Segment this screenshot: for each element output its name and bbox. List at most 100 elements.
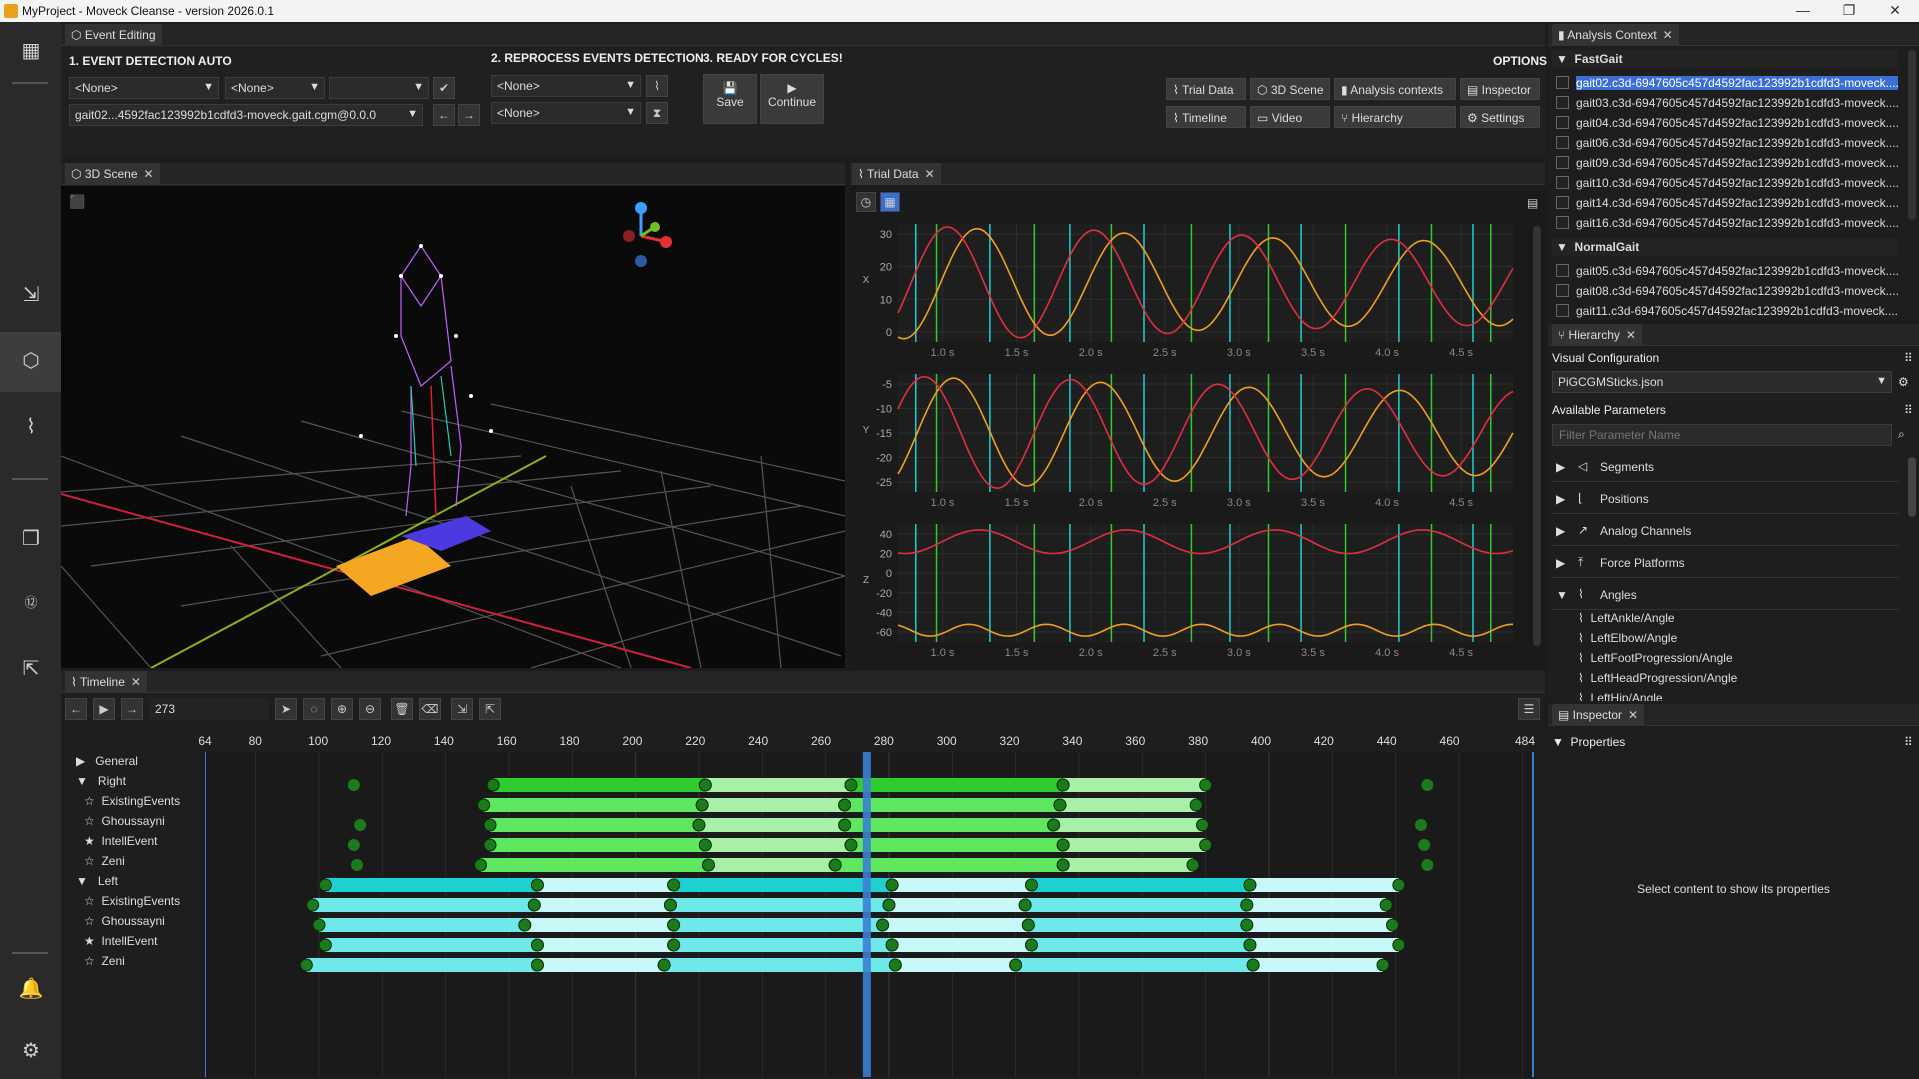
event-marker-icon[interactable] [1421, 859, 1434, 871]
event-marker-icon[interactable] [1421, 779, 1434, 791]
group-fastgait[interactable]: ▼ FastGait [1552, 50, 1898, 68]
group1-item[interactable]: gait04.c3d-6947605c457d4592fac123992b1cd… [1552, 113, 1898, 132]
erase-icon[interactable]: ⌫ [419, 698, 441, 720]
checkbox[interactable] [1556, 96, 1569, 109]
event-cycle-bar[interactable] [483, 798, 703, 812]
event-marker-icon[interactable] [695, 798, 709, 812]
star-icon[interactable]: ☆ [84, 794, 95, 808]
tab-3d-scene[interactable]: ⬡ 3D Scene ✕ [65, 163, 160, 185]
visual-config-dropdown[interactable]: PiGCGMSticks.json ▼ [1552, 371, 1892, 393]
event-marker-icon[interactable] [882, 898, 896, 912]
timeline-row-label[interactable]: ☆ ExistingEvents [84, 894, 180, 908]
event-cycle-bar[interactable] [319, 918, 525, 932]
timeline-tracks[interactable] [205, 752, 1535, 1077]
cycles-icon[interactable]: ⑫ [14, 586, 48, 620]
open-trial-data-button[interactable]: ⌇ Trial Data [1166, 78, 1246, 100]
event-cycle-bar[interactable] [1060, 798, 1197, 812]
event-cycle-bar[interactable] [306, 958, 538, 972]
tab-hierarchy[interactable]: ⑂ Hierarchy ✕ [1552, 324, 1642, 346]
event-marker-icon[interactable] [318, 878, 332, 892]
group1-item[interactable]: gait10.c3d-6947605c457d4592fac123992b1cd… [1552, 173, 1898, 192]
event-marker-icon[interactable] [692, 818, 706, 832]
event-cycle-bar[interactable] [490, 818, 699, 832]
3d-scene-viewport[interactable]: ⬛ [60, 186, 846, 669]
close-icon[interactable]: ✕ [131, 675, 141, 689]
angle-item[interactable]: ⌇ LeftHip/Angle [1578, 691, 1878, 701]
event-cycle-bar[interactable] [1031, 938, 1251, 952]
event-cycle-bar[interactable] [1025, 898, 1247, 912]
event-cycle-bar[interactable] [490, 838, 706, 852]
event-cycle-bar[interactable] [1246, 898, 1387, 912]
event-cycle-bar[interactable] [851, 838, 1064, 852]
event-cycle-bar[interactable] [312, 898, 535, 912]
star-icon[interactable]: ☆ [84, 954, 95, 968]
reprocess-dropdown-2[interactable]: <None> ▼ [491, 102, 641, 124]
plot-icon[interactable]: ⌇ [646, 75, 668, 97]
group1-item[interactable]: gait02.c3d-6947605c457d4592fac123992b1cd… [1552, 73, 1898, 92]
analysis-scrollbar[interactable] [1908, 50, 1916, 220]
event-marker-icon[interactable] [1376, 958, 1390, 972]
event-cycle-bar[interactable] [1031, 878, 1251, 892]
event-cycle-bar[interactable] [1250, 878, 1399, 892]
event-marker-icon[interactable] [1199, 778, 1213, 792]
event-marker-icon[interactable] [483, 818, 497, 832]
event-marker-icon[interactable] [1189, 798, 1203, 812]
event-marker-icon[interactable] [354, 819, 367, 831]
event-cycle-bar[interactable] [670, 898, 890, 912]
param-positions[interactable]: ▶ ⌊ Positions [1552, 484, 1898, 514]
event-cycle-bar[interactable] [325, 938, 538, 952]
minimize-button[interactable]: — [1790, 2, 1816, 20]
step-forward-icon[interactable]: → [121, 698, 143, 720]
group2-item[interactable]: gait05.c3d-6947605c457d4592fac123992b1cd… [1552, 261, 1898, 280]
tab-event-editing[interactable]: ⬡ Event Editing [65, 24, 162, 46]
group2-item[interactable]: gait08.c3d-6947605c457d4592fac123992b1cd… [1552, 281, 1898, 300]
checkbox[interactable] [1556, 304, 1569, 317]
star-icon[interactable]: ☆ [84, 854, 95, 868]
menu-icon[interactable]: ▤ [1527, 196, 1538, 210]
timeline-row-label[interactable]: ☆ Ghoussayni [84, 814, 165, 828]
filter-parameter-input[interactable] [1552, 424, 1892, 446]
axis-gizmo[interactable] [623, 202, 672, 267]
event-marker-icon[interactable] [1025, 878, 1038, 892]
event-marker-icon[interactable] [347, 779, 360, 791]
event-marker-icon[interactable] [474, 858, 487, 872]
event-marker-icon[interactable] [667, 938, 681, 952]
arrow-right-icon[interactable]: → [458, 104, 480, 126]
event-detector-dropdown-1[interactable]: <None> ▼ [69, 77, 219, 99]
event-marker-icon[interactable] [885, 938, 899, 952]
event-cycle-bar[interactable] [1063, 778, 1206, 792]
param-analog-channels[interactable]: ▶ ↗ Analog Channels [1552, 516, 1898, 546]
timeline-row-label[interactable]: ★ IntellEvent [84, 834, 157, 848]
event-marker-icon[interactable] [838, 818, 852, 832]
event-cycle-bar[interactable] [844, 798, 1060, 812]
param-force-platforms[interactable]: ▶ ⤒ Force Platforms [1552, 548, 1898, 578]
continue-button[interactable]: ▶ Continue [760, 74, 824, 124]
event-cycle-bar[interactable] [892, 938, 1032, 952]
open-settings-button[interactable]: ⚙ Settings [1460, 106, 1540, 128]
timeline-row-label[interactable]: ▶ General [76, 754, 138, 768]
close-icon[interactable]: ✕ [144, 167, 154, 181]
angle-item[interactable]: ⌇ LeftElbow/Angle [1578, 631, 1878, 649]
close-icon[interactable]: ✕ [1628, 708, 1638, 722]
star-icon[interactable]: ★ [84, 834, 95, 848]
timeline-row-label[interactable]: ▼ Left [76, 874, 118, 888]
event-marker-icon[interactable] [838, 798, 852, 812]
arrow-left-icon[interactable]: ← [433, 104, 455, 126]
event-marker-icon[interactable] [1243, 938, 1257, 952]
chart-icon[interactable]: ⌇ [14, 410, 48, 444]
play-icon[interactable]: ▶ [93, 698, 115, 720]
select-icon[interactable]: ◌ [303, 698, 325, 720]
event-cycle-bar[interactable] [1063, 858, 1193, 872]
event-marker-icon[interactable] [1018, 898, 1032, 912]
event-cycle-bar[interactable] [534, 898, 671, 912]
timeline-row-label[interactable]: ☆ Zeni [84, 854, 125, 868]
import-events-icon[interactable]: ⇲ [451, 698, 473, 720]
param-segments[interactable]: ▶ ◁ Segments [1552, 452, 1898, 482]
event-marker-icon[interactable] [477, 798, 491, 812]
event-detector-dropdown-3[interactable]: ▼ [329, 77, 429, 99]
search-icon[interactable]: ⌕ [1898, 427, 1905, 442]
event-marker-icon[interactable] [885, 878, 899, 892]
event-marker-icon[interactable] [702, 858, 715, 872]
delete-icon[interactable]: 🗑 [391, 698, 413, 720]
gear-icon[interactable]: ⚙ [14, 1034, 48, 1068]
